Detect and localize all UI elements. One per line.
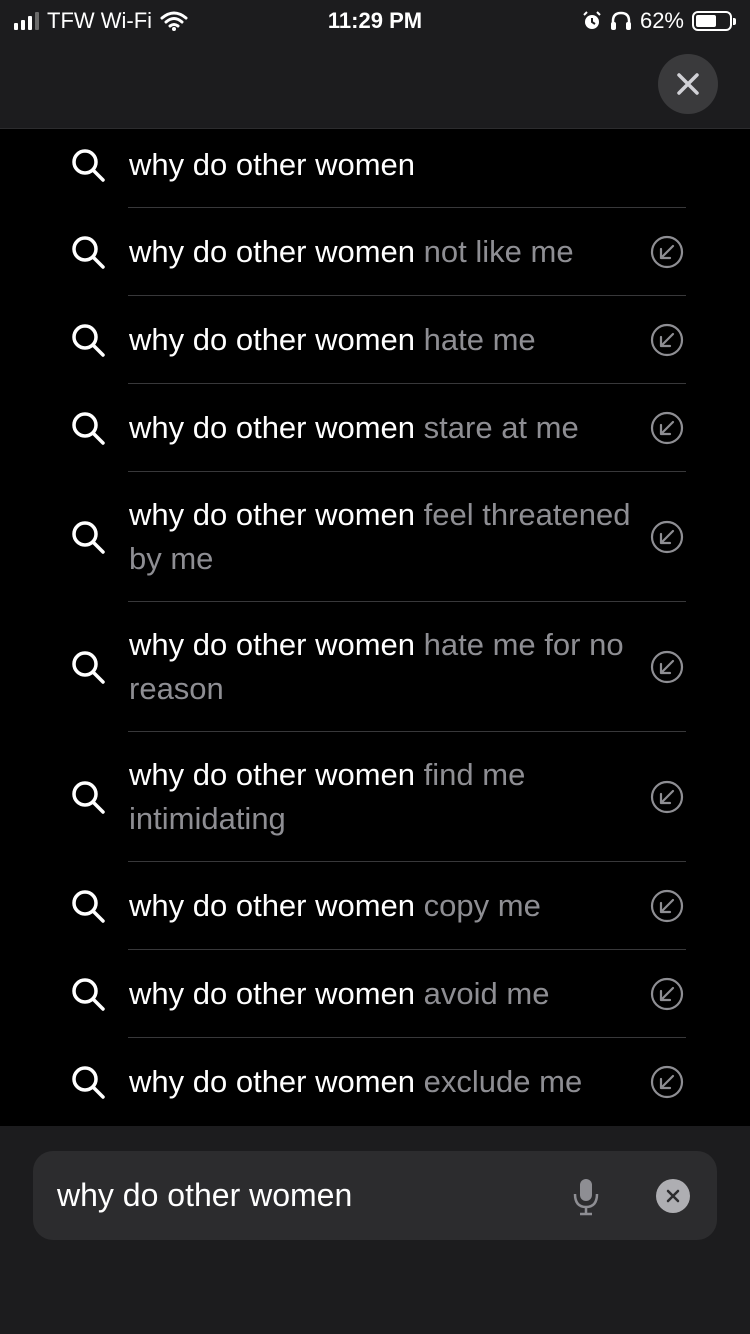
suggestion-text: why do other women hate me for no reason: [129, 623, 632, 711]
battery-icon: [692, 11, 736, 31]
suggestion-typed-text: why do other women: [129, 322, 416, 357]
suggestion-completion-text: avoid me: [415, 976, 550, 1011]
suggestion-typed-text: why do other women: [129, 147, 416, 182]
fill-search-arrow-icon[interactable]: [650, 520, 684, 554]
search-input[interactable]: why do other women: [57, 1151, 352, 1240]
fill-search-arrow-icon[interactable]: [650, 780, 684, 814]
fill-search-arrow-icon[interactable]: [650, 977, 684, 1011]
suggestion-text: why do other women exclude me: [129, 1060, 632, 1104]
suggestion-row[interactable]: why do other women stare at me: [0, 384, 750, 472]
suggestion-row[interactable]: why do other women avoid me: [0, 950, 750, 1038]
suggestion-typed-text: why do other women: [129, 234, 416, 269]
battery-percent: 62%: [639, 8, 684, 33]
suggestion-row[interactable]: why do other women hate me: [0, 296, 750, 384]
suggestion-text: why do other women feel threatened by me: [129, 493, 632, 581]
alarm-icon: [583, 11, 601, 29]
suggestion-text: why do other women hate me: [129, 318, 632, 362]
suggestion-row[interactable]: why do other women find me intimidating: [0, 732, 750, 862]
search-field[interactable]: why do other women: [33, 1151, 717, 1240]
suggestion-text: why do other women not like me: [129, 230, 632, 274]
suggestion-completion-text: hate me: [415, 322, 536, 357]
suggestion-row[interactable]: why do other women: [0, 129, 750, 208]
search-icon: [70, 519, 106, 555]
status-right: 62%: [582, 8, 736, 34]
microphone-icon[interactable]: [571, 1177, 601, 1217]
close-icon: [677, 73, 699, 95]
suggestion-typed-text: why do other women: [129, 627, 416, 662]
top-bar: [0, 40, 750, 129]
suggestion-text: why do other women find me intimidating: [129, 753, 632, 841]
fill-search-arrow-icon[interactable]: [650, 411, 684, 445]
suggestion-row[interactable]: why do other women hate me for no reason: [0, 602, 750, 732]
suggestion-typed-text: why do other women: [129, 757, 416, 792]
suggestion-list: why do other women why do other women not…: [0, 129, 750, 1126]
close-button[interactable]: [658, 54, 718, 114]
suggestion-row[interactable]: why do other women copy me: [0, 862, 750, 950]
fill-search-arrow-icon[interactable]: [650, 1065, 684, 1099]
suggestion-text: why do other women stare at me: [129, 406, 632, 450]
suggestion-row[interactable]: why do other women feel threatened by me: [0, 472, 750, 602]
search-icon: [70, 888, 106, 924]
fill-search-arrow-icon[interactable]: [650, 323, 684, 357]
suggestion-typed-text: why do other women: [129, 497, 416, 532]
fill-search-arrow-icon[interactable]: [650, 889, 684, 923]
suggestion-typed-text: why do other women: [129, 410, 416, 445]
suggestion-typed-text: why do other women: [129, 976, 416, 1011]
battery-level-fill: [696, 15, 716, 27]
headphones-icon: [610, 11, 631, 30]
clear-button[interactable]: [656, 1179, 690, 1213]
bottom-bar: why do other women: [0, 1126, 750, 1334]
clear-icon: [666, 1189, 680, 1203]
suggestion-text: why do other women: [129, 143, 686, 187]
suggestion-text: why do other women avoid me: [129, 972, 632, 1016]
suggestion-row[interactable]: why do other women not like me: [0, 208, 750, 296]
search-icon: [70, 410, 106, 446]
fill-search-arrow-icon[interactable]: [650, 650, 684, 684]
suggestion-typed-text: why do other women: [129, 1064, 416, 1099]
search-icon: [70, 322, 106, 358]
suggestion-completion-text: copy me: [415, 888, 541, 923]
suggestion-typed-text: why do other women: [129, 888, 416, 923]
search-icon: [70, 147, 106, 183]
search-icon: [70, 234, 106, 270]
suggestion-completion-text: exclude me: [415, 1064, 583, 1099]
search-icon: [70, 649, 106, 685]
search-icon: [70, 1064, 106, 1100]
suggestion-completion-text: not like me: [415, 234, 574, 269]
suggestion-completion-text: stare at me: [415, 410, 579, 445]
suggestion-text: why do other women copy me: [129, 884, 632, 928]
search-icon: [70, 779, 106, 815]
search-icon: [70, 976, 106, 1012]
suggestion-row[interactable]: why do other women exclude me: [0, 1038, 750, 1126]
fill-search-arrow-icon[interactable]: [650, 235, 684, 269]
status-bar: TFW Wi-Fi 11:29 PM 62%: [0, 0, 750, 40]
